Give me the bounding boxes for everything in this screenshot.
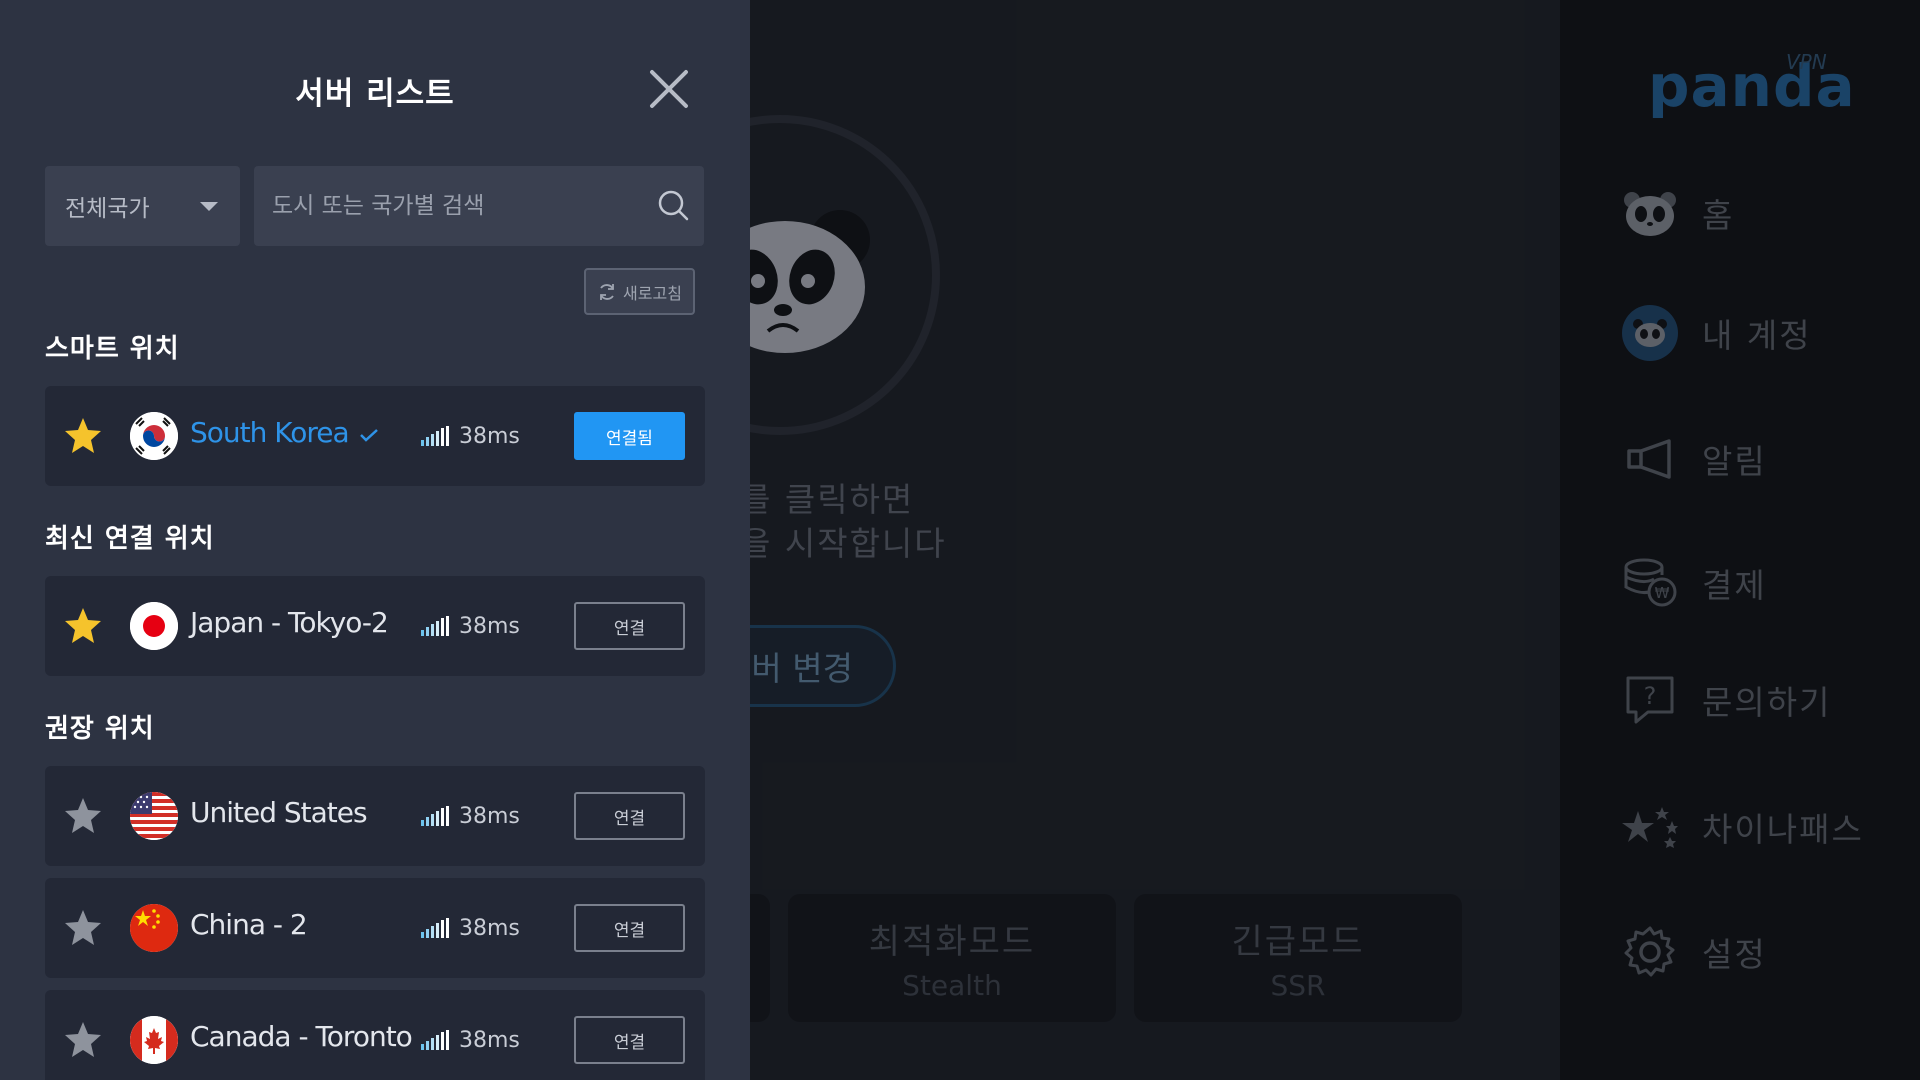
nav-item-payment[interactable]: ₩ 결제 [1620,548,1900,618]
japan-flag-icon [130,602,178,650]
connected-button[interactable]: 연결됨 [574,412,685,460]
megaphone-icon [1620,429,1680,489]
nav-item-chinapass[interactable]: 차이나패스 [1620,792,1900,862]
panda-face-icon [1620,183,1680,243]
ping-value: 38ms [459,424,520,449]
nav-item-home[interactable]: 홈 [1620,178,1900,248]
svg-text:?: ? [1644,682,1657,710]
chevron-down-icon [200,202,218,211]
server-row[interactable]: Canada - Toronto 38ms 연결 [45,990,705,1080]
ping-value: 38ms [459,916,520,941]
favorite-star-icon[interactable] [63,606,103,646]
refresh-button[interactable]: 새로고침 [584,268,695,315]
section-title-smart: 스마트 위치 [45,334,180,364]
server-name: United States [190,796,368,829]
favorite-star-icon[interactable] [63,796,103,836]
south-korea-flag-icon [130,412,178,460]
server-row[interactable]: Japan - Tokyo-2 38ms 연결 [45,576,705,676]
server-row[interactable]: South Korea 38ms 연결됨 [45,386,705,486]
connect-button[interactable]: 연결 [574,792,685,840]
search-input[interactable] [272,166,642,246]
mode-card-emergency[interactable]: 긴급모드 SSR [1134,894,1462,1022]
gear-icon [1620,922,1680,982]
check-icon [360,429,378,442]
connect-button[interactable]: 연결 [574,904,685,952]
favorite-star-icon[interactable] [63,908,103,948]
drawer-title: 서버 리스트 [295,76,455,112]
account-avatar-icon [1620,303,1680,363]
mode-card-optimize[interactable]: 최적화모드 Stealth [788,894,1116,1022]
connect-button[interactable]: 연결 [574,1016,685,1064]
nav-label-chinapass: 차이나패스 [1702,810,1864,849]
logo-vpn-label: VPN [1786,50,1827,74]
signal-icon [421,918,449,938]
server-row[interactable]: United States 38ms 연결 [45,766,705,866]
mode-subtitle: Stealth [902,969,1002,1002]
china-stars-icon [1620,797,1680,857]
ping-value: 38ms [459,614,520,639]
canada-flag-icon [130,1016,178,1064]
connect-button[interactable]: 연결 [574,602,685,650]
server-name: South Korea [190,416,350,449]
nav-label-home: 홈 [1702,196,1735,235]
refresh-icon [600,283,614,300]
mode-title: 최적화모드 [868,922,1036,962]
search-icon[interactable] [654,186,694,226]
ping-value: 38ms [459,804,520,829]
nav-label-notice: 알림 [1702,442,1767,481]
nav-item-inquiry[interactable]: ? 문의하기 [1620,665,1900,735]
panda-vpn-logo: panda VPN [1648,50,1856,120]
favorite-star-icon[interactable] [63,1020,103,1060]
refresh-label: 새로고침 [623,283,682,303]
country-select-value: 전체국가 [65,196,150,222]
nav-label-inquiry: 문의하기 [1702,683,1832,722]
china-flag-icon [130,904,178,952]
signal-icon [421,806,449,826]
svg-text:₩: ₩ [1655,584,1670,602]
nav-label-account: 내 계정 [1702,316,1812,355]
usa-flag-icon [130,792,178,840]
ping-value: 38ms [459,1028,520,1053]
mode-title: 긴급모드 [1231,922,1365,962]
mode-subtitle: SSR [1270,969,1326,1002]
nav-label-settings: 설정 [1702,935,1767,974]
server-name: Japan - Tokyo-2 [190,606,389,639]
question-bubble-icon: ? [1620,670,1680,730]
signal-icon [421,1030,449,1050]
search-box [254,166,704,246]
server-name: Canada - Toronto [190,1020,413,1053]
nav-item-account[interactable]: 내 계정 [1620,298,1900,368]
server-name: China - 2 [190,908,308,941]
coins-icon: ₩ [1620,553,1680,613]
favorite-star-icon[interactable] [63,416,103,456]
nav-item-settings[interactable]: 설정 [1620,917,1900,987]
server-row[interactable]: China - 2 38ms 연결 [45,878,705,978]
country-select[interactable]: 전체국가 [45,166,240,246]
close-icon[interactable] [646,66,692,112]
section-title-recent: 최신 연결 위치 [45,524,215,554]
nav-item-notice[interactable]: 알림 [1620,424,1900,494]
signal-icon [421,426,449,446]
section-title-recommend: 권장 위치 [45,714,155,744]
nav-label-payment: 결제 [1702,566,1767,605]
server-list-drawer: 서버 리스트 전체국가 새로고침 스마트 위치 South Korea 38ms… [0,0,750,1080]
signal-icon [421,616,449,636]
